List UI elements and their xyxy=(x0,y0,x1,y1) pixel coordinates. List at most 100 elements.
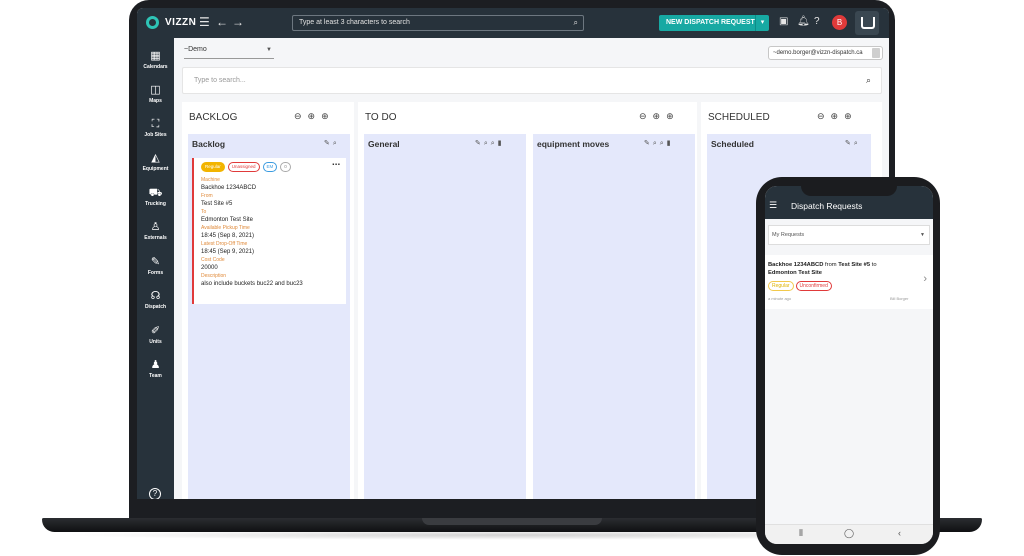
edit-icon[interactable]: ✎ xyxy=(845,140,854,147)
global-search-input[interactable]: Type at least 3 characters to search ⌕ xyxy=(292,15,584,31)
sidebar: ▦ Calendars ◫ Maps ⛶ Job Sites ◭ Equipme… xyxy=(137,38,174,499)
field-label: Cost Code xyxy=(201,257,225,263)
brand-name: VIZZN xyxy=(165,17,197,28)
zoom-out-icon[interactable]: ⊖ xyxy=(294,111,308,121)
avatar[interactable]: B xyxy=(832,15,847,30)
menu-collapse-icon[interactable]: ☰ xyxy=(199,15,210,29)
zoom-out-icon[interactable]: ⊖ xyxy=(639,111,653,121)
column-title: BACKLOG xyxy=(189,112,238,123)
sidebar-item-trucking[interactable]: ⛟ Trucking xyxy=(137,187,174,207)
lane-title: Scheduled xyxy=(711,139,754,149)
zoom-in-icon[interactable]: ⊕ xyxy=(831,111,845,121)
brand[interactable]: VIZZN xyxy=(146,16,196,29)
back-icon[interactable]: ‹ xyxy=(898,528,901,538)
sidebar-item-team[interactable]: ♟ Team xyxy=(137,359,174,379)
search-icon: ⌕ xyxy=(865,75,871,85)
field-label: Available Pickup Time xyxy=(201,225,250,231)
sidebar-item-calendars[interactable]: ▦ Calendars xyxy=(137,50,174,70)
field-value: Test Site #5 xyxy=(201,201,233,207)
zoom-icon[interactable]: ⌕ xyxy=(854,140,861,147)
zoom-in-icon[interactable]: ⊕ xyxy=(653,111,667,121)
board-search-input[interactable]: Type to search... ⌕ xyxy=(182,67,882,94)
zoom-in-icon[interactable]: ⊕ xyxy=(308,111,322,121)
hamburger-menu-icon[interactable]: ☰ xyxy=(769,200,777,211)
lane-tools: ✎⌕ xyxy=(324,139,340,148)
back-arrow-icon[interactable]: ← xyxy=(216,15,228,29)
sidebar-item-maps[interactable]: ◫ Maps xyxy=(137,84,174,104)
question-icon[interactable]: ? xyxy=(149,488,161,499)
field-label: Machine xyxy=(201,177,220,183)
request-filter-value: My Requests xyxy=(772,232,805,238)
new-dispatch-request-button[interactable]: NEW DISPATCH REQUEST ▾ xyxy=(659,15,769,31)
add-circle-icon[interactable]: ⊕ xyxy=(844,111,858,121)
lane-title: Backlog xyxy=(192,139,226,149)
top-bar: VIZZN ☰ ← → Type at least 3 characters t… xyxy=(137,8,889,38)
lane-tools: ✎⌕ xyxy=(845,139,861,148)
request-age: a minute ago xyxy=(768,296,792,301)
trash-icon[interactable]: ▮ xyxy=(667,140,674,147)
bell-icon[interactable]: 🔔︎ xyxy=(797,15,810,29)
organization-select-value: ~Demo xyxy=(184,46,207,53)
card-body: Machine Backhoe 1234ABCD From Test Site … xyxy=(201,177,341,289)
vizzn-logo-icon xyxy=(146,16,159,29)
request-to-word: to xyxy=(871,262,877,268)
organization-select[interactable]: ~Demo ▼ xyxy=(184,46,274,59)
zoom-out-icon[interactable]: ⌕ xyxy=(491,140,498,147)
zoom-icon[interactable]: ⌕ xyxy=(333,140,340,147)
column-title: SCHEDULED xyxy=(708,112,770,123)
sidebar-item-equipment[interactable]: ◭ Equipment xyxy=(137,152,174,172)
sidebar-item-units[interactable]: ✐ Units xyxy=(137,325,174,345)
sidebar-item-job-sites[interactable]: ⛶ Job Sites xyxy=(137,118,174,138)
dispatch-card[interactable]: Regular Unassigned EM 0 ⋯ Machine Backho… xyxy=(192,158,346,304)
zoom-out-icon[interactable]: ⌕ xyxy=(660,140,667,147)
add-circle-icon[interactable]: ⊕ xyxy=(321,111,335,121)
home-icon[interactable]: ◯ xyxy=(844,528,854,539)
report-icon[interactable]: ▣ xyxy=(779,15,788,29)
request-machine: Backhoe 1234ABCD xyxy=(768,262,824,268)
lane-tools: ✎⌕⌕▮ xyxy=(644,139,674,148)
request-route-line-2: Edmonton Test Site xyxy=(768,270,822,277)
lane-equipment-moves: equipment moves ✎⌕⌕▮ xyxy=(533,134,695,499)
column-backlog: BACKLOG ⊖⊕⊕ Backlog ✎⌕ Regular Unassigne… xyxy=(182,102,354,499)
field-value: Edmonton Test Site xyxy=(201,217,253,223)
edit-icon[interactable]: ✎ xyxy=(324,140,333,147)
dispatch-request-item[interactable]: Backhoe 1234ABCD from Test Site #5 to Ed… xyxy=(765,255,933,309)
copy-icon[interactable] xyxy=(872,48,880,58)
tag-em: EM xyxy=(262,162,278,172)
zoom-out-icon[interactable]: ⊖ xyxy=(817,111,831,121)
chat-icon[interactable] xyxy=(855,11,879,35)
form-icon: ✎ xyxy=(150,256,161,268)
forward-arrow-icon[interactable]: → xyxy=(232,15,244,29)
add-circle-icon[interactable]: ⊕ xyxy=(666,111,680,121)
sidebar-item-label: Trucking xyxy=(145,201,166,207)
sidebar-item-label: Job Sites xyxy=(144,132,167,138)
mobile-app-screen: ☰ Dispatch Requests My Requests ▼ Backho… xyxy=(765,186,933,544)
mobile-body: My Requests ▼ Backhoe 1234ABCD from Test… xyxy=(765,219,933,524)
external-icon: ♙ xyxy=(150,221,161,233)
field-value: also include buckets buc22 and buc23 xyxy=(201,281,303,287)
help-icon[interactable]: ? xyxy=(814,15,820,29)
recent-apps-icon[interactable]: ⦀ xyxy=(799,528,803,539)
field-label: From xyxy=(201,193,213,199)
sidebar-item-externals[interactable]: ♙ Externals xyxy=(137,221,174,241)
trash-icon[interactable]: ▮ xyxy=(498,140,505,147)
sidebar-item-forms[interactable]: ✎ Forms xyxy=(137,256,174,276)
board-search-placeholder: Type to search... xyxy=(194,77,246,84)
column-tools: ⊖⊕⊕ xyxy=(817,111,858,122)
user-email-chip[interactable]: ~demo.borger@vizzn-dispatch.ca xyxy=(768,46,883,60)
column-title: TO DO xyxy=(365,112,397,123)
sidebar-item-dispatch[interactable]: ☊ Dispatch xyxy=(137,290,174,310)
sidebar-item-label: Units xyxy=(149,339,162,345)
zoom-in-icon[interactable]: ⌕ xyxy=(484,140,491,147)
zoom-in-icon[interactable]: ⌕ xyxy=(653,140,660,147)
pencil-icon: ✐ xyxy=(150,325,161,337)
request-filter-select[interactable]: My Requests ▼ xyxy=(768,225,930,245)
more-options-icon[interactable]: ⋯ xyxy=(332,160,340,169)
chevron-down-icon[interactable]: ▾ xyxy=(755,15,769,31)
request-user: Bill Borger xyxy=(890,296,909,301)
chevron-right-icon[interactable]: › xyxy=(923,273,927,285)
edit-icon[interactable]: ✎ xyxy=(644,140,653,147)
edit-icon[interactable]: ✎ xyxy=(475,140,484,147)
lane-backlog: Backlog ✎⌕ Regular Unassigned EM 0 ⋯ Mac… xyxy=(188,134,350,499)
map-icon: ◫ xyxy=(150,84,161,96)
